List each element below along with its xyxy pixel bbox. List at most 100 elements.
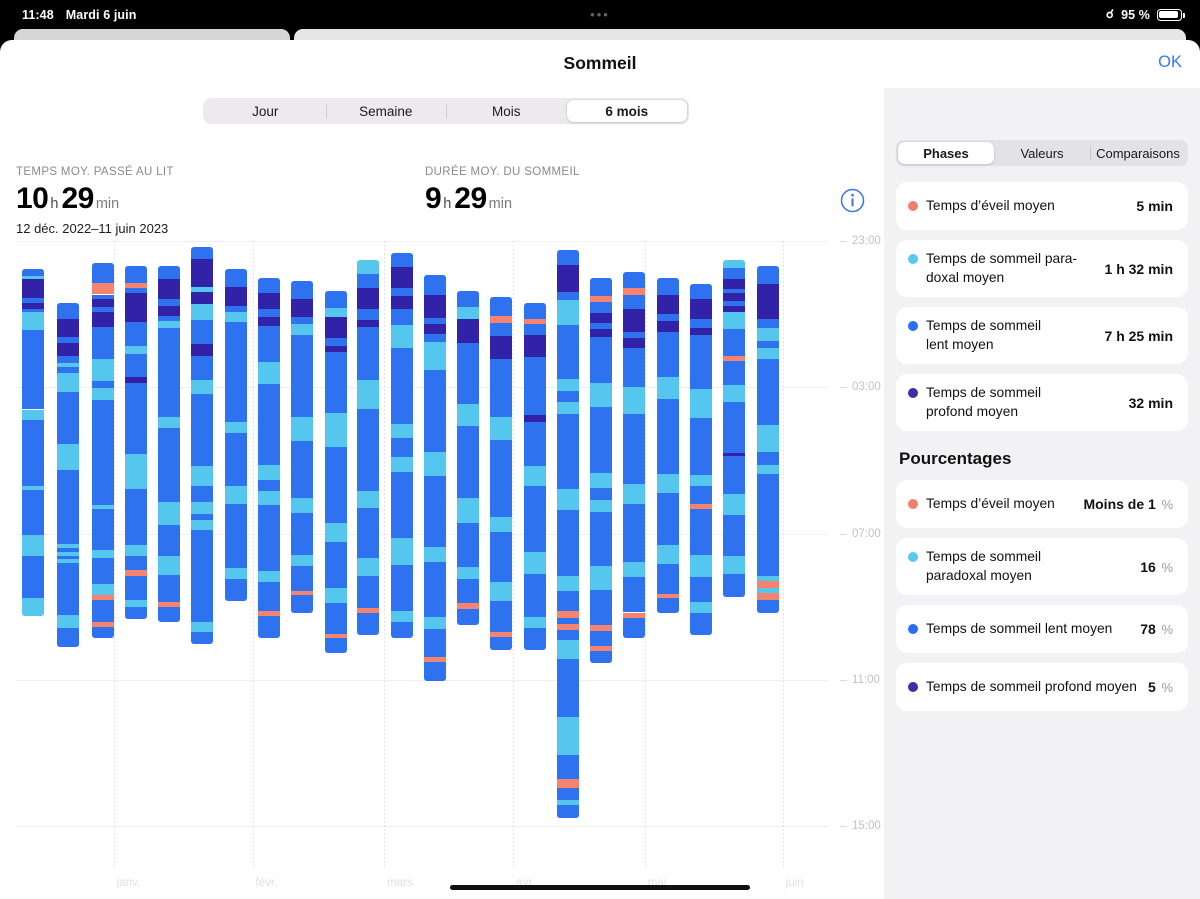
bar-segment-core [224,432,247,487]
phase-1-card[interactable]: Temps de sommeil para-doxal moyen 1 h 32 … [896,240,1188,297]
bar-segment-core [590,336,613,384]
bar-segment-core [158,327,181,417]
bar-segment-core [689,318,712,328]
panel-segmented-control[interactable]: Phases Valeurs Comparaisons [896,140,1188,166]
bar-segment-rem [689,602,712,614]
chart-bar[interactable] [623,272,646,638]
screen-mirroring-icon: ☌ [1105,6,1115,21]
chart-bar[interactable] [656,278,679,613]
bar-segment-core [257,309,280,317]
bar-segment-core [689,486,712,505]
panel-tab-comparaisons[interactable]: Comparaisons [1090,142,1186,164]
bar-segment-rem [190,621,213,632]
bar-segment-core [756,473,779,576]
bar-segment-rem [357,558,380,577]
bar-segment-rem [190,379,213,394]
bar-segment-core [590,589,613,625]
chart-bar[interactable] [91,262,114,638]
bar-segment-deep [623,338,646,348]
bar-segment-core [124,322,147,346]
bar-segment-core [22,268,45,276]
bar-segment-rem [190,465,213,486]
info-circle-icon[interactable] [840,188,865,213]
bar-segment-core [324,638,347,654]
chart-bar[interactable] [689,284,712,635]
bar-segment-rem [723,311,746,330]
navigation-bar: Sommeil OK [0,40,1200,88]
bar-segment-rem [91,583,114,596]
card-left: Temps de sommeil lent moyen [908,308,1097,363]
percent-sign: % [1157,559,1173,575]
chart-bar[interactable] [324,290,347,654]
chart-bar[interactable] [190,247,213,644]
chart-bar[interactable] [424,275,447,682]
chart-bar[interactable] [523,303,546,651]
range-tab-mois[interactable]: Mois [446,100,567,122]
chart-bar[interactable] [291,281,314,613]
bar-segment-core [124,489,147,545]
range-tab-6-mois[interactable]: 6 mois [566,100,687,122]
chart-gridline-v [252,241,254,867]
x-axis-tick: juin [785,877,804,889]
bar-segment-deep [124,292,147,323]
bar-segment-core [158,428,181,502]
bar-segment-rem [357,490,380,509]
bar-segment-core [590,630,613,647]
chart-bar[interactable] [490,296,513,651]
bar-segment-core [124,575,147,600]
bar-segment-core [656,313,679,322]
chart-bar[interactable] [391,253,414,638]
percentage-1-card[interactable]: Temps de sommeil paradoxal moyen 16 % [896,538,1188,595]
chart-bar[interactable] [22,268,45,617]
percentage-2-value: 78 % [1140,621,1173,637]
chart-bar[interactable] [124,265,147,620]
chart-bar[interactable] [224,268,247,601]
percentage-3-card[interactable]: Temps de sommeil profond moyen 5 % [896,663,1188,711]
bar-segment-core [756,265,779,284]
bar-segment-core [257,278,280,293]
percent-sign: % [1157,622,1173,637]
chart-bar[interactable] [257,278,280,638]
panel-tab-phases[interactable]: Phases [898,142,994,164]
bar-segment-core [723,515,746,557]
phase-0-card[interactable]: Temps d’éveil moyen 5 min [896,182,1188,230]
bar-segment-rem [391,324,414,348]
bar-segment-core [158,265,181,280]
chart-bar[interactable] [556,250,579,818]
bar-segment-deep [291,299,314,317]
percentage-0-card[interactable]: Temps d’éveil moyen Moins de 1 % [896,480,1188,528]
chart-bar[interactable] [756,265,779,613]
ok-button[interactable]: OK [1158,53,1182,72]
chart-bar[interactable] [56,303,79,648]
percentage-1-label: Temps de sommeil paradoxal moyen [926,549,1042,583]
phase-2-value: 7 h 25 min [1104,327,1173,344]
chart-plot-area[interactable]: 23:00 03:00 07:00 11:00 15:00 janv. févr. mars a… [16,235,881,891]
phase-2-card[interactable]: Temps de sommeil lent moyen 7 h 25 min [896,307,1188,364]
bar-segment-core [291,566,314,591]
bar-segment-core [190,485,213,502]
bar-segment-deep [456,318,479,344]
phase-3-card[interactable]: Temps de sommeil profond moyen 32 min [896,374,1188,431]
chart-bar[interactable] [357,259,380,635]
bed-minutes-unit: min [95,196,120,212]
bar-segment-rem [756,465,779,474]
status-right: ☌ 95 % [1105,6,1200,22]
sleep-stages-chart[interactable]: 23:00 03:00 07:00 11:00 15:00 janv. févr. mars a… [0,235,884,899]
range-tab-semaine[interactable]: Semaine [325,100,447,122]
panel-tab-valeurs[interactable]: Valeurs [994,142,1090,164]
chart-bar[interactable] [723,259,746,598]
chart-bar[interactable] [158,265,181,623]
bar-segment-rem [656,474,679,493]
range-segmented-control[interactable]: Jour Semaine Mois 6 mois [203,98,689,124]
bar-segment-rem [291,324,314,335]
range-tab-jour[interactable]: Jour [205,100,326,122]
chart-bar[interactable] [456,290,479,626]
bar-segment-core [523,486,546,552]
phase-3-value: 32 min [1128,394,1173,411]
chart-bar[interactable] [590,278,613,663]
bar-segment-core [523,356,546,415]
bar-segment-core [456,290,479,307]
bar-segment-core [723,268,746,279]
bar-segment-deep [257,292,280,310]
percentage-2-card[interactable]: Temps de sommeil lent moyen 78 % [896,605,1188,653]
